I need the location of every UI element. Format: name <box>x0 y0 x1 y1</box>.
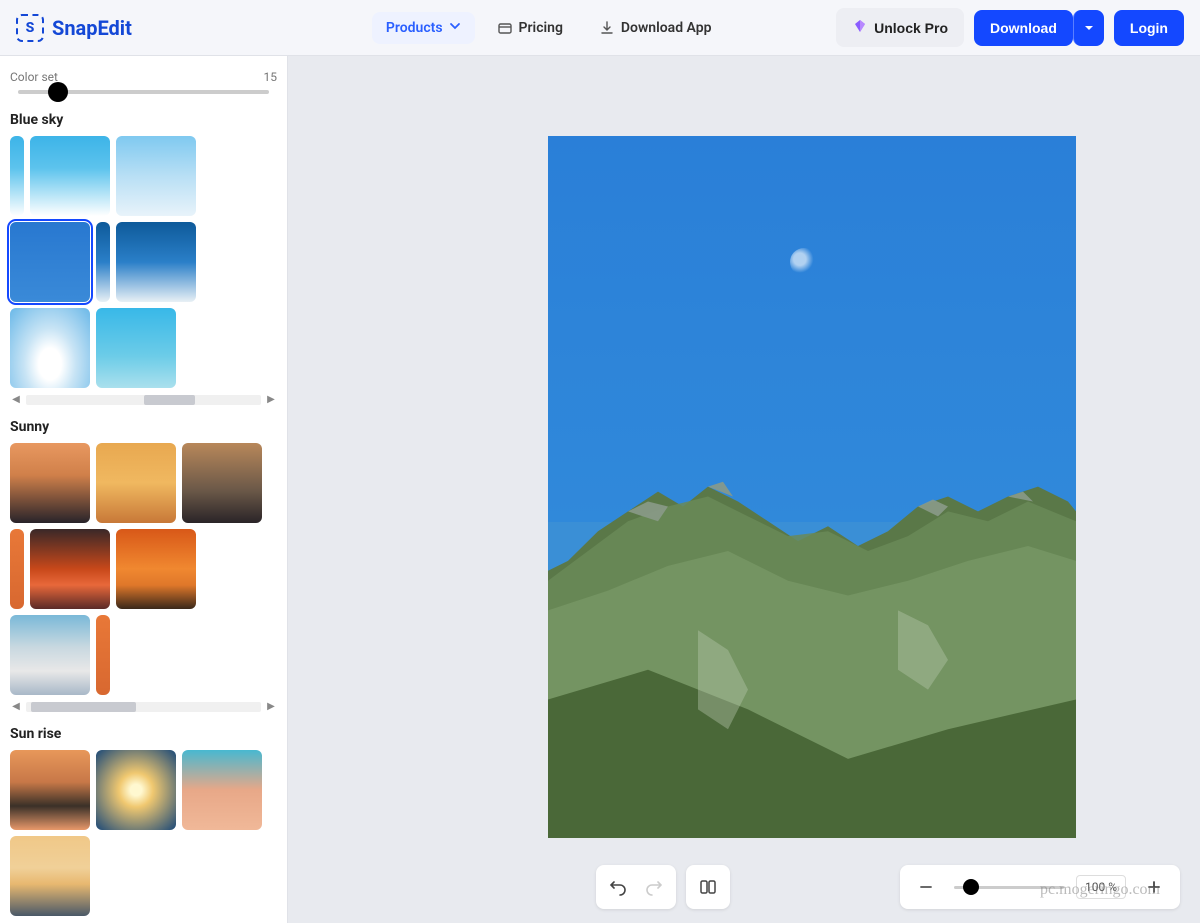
compare-group <box>686 865 730 909</box>
app-header: S SnapEdit Products Pricing Download App <box>0 0 1200 56</box>
sky-thumbnail[interactable] <box>96 222 110 302</box>
redo-icon <box>645 878 663 896</box>
undo-icon <box>609 878 627 896</box>
sky-thumbnail[interactable] <box>30 136 110 216</box>
zoom-controls: 100 % <box>900 865 1180 909</box>
slider-thumb[interactable] <box>48 82 68 102</box>
canvas-area: 100 % pc.mogeringo.com <box>288 56 1200 923</box>
redo-button[interactable] <box>638 871 670 903</box>
logo-icon: S <box>16 14 44 42</box>
scroll-right-icon[interactable]: ▶ <box>265 394 277 405</box>
zoom-out-button[interactable] <box>910 871 942 903</box>
zoom-slider[interactable] <box>954 886 1064 889</box>
zoom-value[interactable]: 100 % <box>1076 875 1126 899</box>
sky-thumbnail[interactable] <box>116 222 196 302</box>
sunny-grid <box>10 443 277 695</box>
history-group <box>596 865 676 909</box>
nav-products[interactable]: Products <box>372 12 475 44</box>
bottom-toolbar: 100 % <box>596 865 1180 909</box>
app-logo[interactable]: S SnapEdit <box>16 14 132 42</box>
sky-thumbnail[interactable] <box>10 443 90 523</box>
download-button[interactable]: Download <box>974 10 1073 46</box>
download-caret-button[interactable] <box>1073 10 1104 46</box>
sky-thumbnail[interactable] <box>10 836 90 916</box>
canvas-image[interactable] <box>548 136 1076 838</box>
sky-thumbnail[interactable] <box>10 750 90 830</box>
sky-thumbnail[interactable] <box>10 136 24 216</box>
moon-icon <box>790 248 818 276</box>
section-sun-rise: Sun rise <box>10 726 277 742</box>
section-blue-sky: Blue sky <box>10 112 277 128</box>
nav-download-app[interactable]: Download App <box>585 12 726 44</box>
caret-down-icon <box>1084 20 1094 36</box>
blue-sky-grid <box>10 136 277 388</box>
sunny-scrollbar[interactable]: ◀ ▶ <box>10 701 277 712</box>
unlock-pro-button[interactable]: Unlock Pro <box>836 8 964 47</box>
compare-icon <box>699 878 717 896</box>
color-set-value: 15 <box>264 70 278 84</box>
sky-thumbnail[interactable] <box>30 529 110 609</box>
nav-pricing[interactable]: Pricing <box>483 12 577 44</box>
blue-sky-scrollbar[interactable]: ◀ ▶ <box>10 394 277 405</box>
section-sunny: Sunny <box>10 419 277 435</box>
scroll-left-icon[interactable]: ◀ <box>10 701 22 712</box>
undo-button[interactable] <box>602 871 634 903</box>
sky-thumbnail[interactable] <box>96 443 176 523</box>
mountain-graphic <box>548 452 1076 838</box>
zoom-slider-thumb[interactable] <box>963 879 979 895</box>
sky-thumbnail[interactable] <box>182 443 262 523</box>
color-set-label: Color set <box>10 70 58 84</box>
sun-rise-grid <box>10 750 277 916</box>
nav-center: Products Pricing Download App <box>372 12 726 44</box>
header-right: Unlock Pro Download Login <box>836 8 1184 47</box>
minus-icon <box>919 880 933 894</box>
download-icon <box>599 20 615 36</box>
compare-button[interactable] <box>692 871 724 903</box>
sky-thumbnail[interactable] <box>96 308 176 388</box>
pricing-icon <box>497 20 513 36</box>
logo-text: SnapEdit <box>52 16 132 40</box>
sky-thumbnail[interactable] <box>116 136 196 216</box>
scroll-right-icon[interactable]: ▶ <box>265 701 277 712</box>
chevron-down-icon <box>449 20 461 36</box>
sky-thumbnail[interactable] <box>96 750 176 830</box>
sky-thumbnail[interactable] <box>116 529 196 609</box>
sky-thumbnail[interactable] <box>96 615 110 695</box>
sky-thumbnail[interactable] <box>10 529 24 609</box>
sky-thumbnail-selected[interactable] <box>10 222 90 302</box>
scroll-left-icon[interactable]: ◀ <box>10 394 22 405</box>
sidebar[interactable]: Color set 15 Blue sky ◀ ▶ Sunny ◀ ▶ <box>0 56 288 923</box>
login-button[interactable]: Login <box>1114 10 1184 46</box>
zoom-in-button[interactable] <box>1138 871 1170 903</box>
color-set-slider[interactable] <box>18 90 269 94</box>
sky-thumbnail[interactable] <box>10 615 90 695</box>
plus-icon <box>1147 880 1161 894</box>
color-set-row: Color set 15 <box>10 70 277 84</box>
sky-thumbnail[interactable] <box>182 750 262 830</box>
sky-thumbnail[interactable] <box>10 308 90 388</box>
diamond-icon <box>852 18 868 37</box>
